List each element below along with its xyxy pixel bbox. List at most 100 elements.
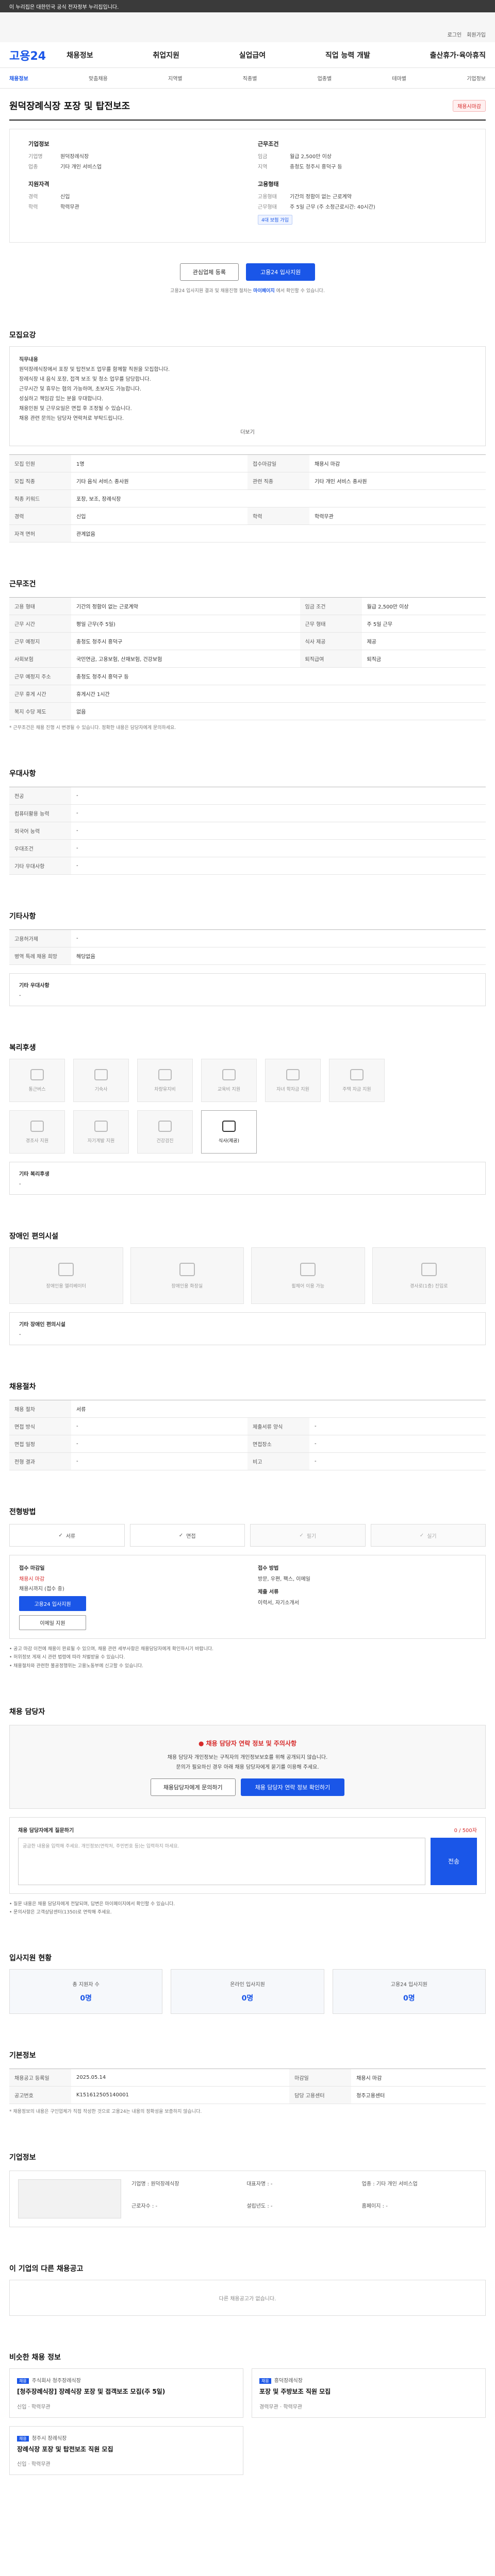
table-key: 고용허가제 <box>9 929 71 948</box>
gov-notice: 이 누리집은 대한민국 공식 전자정부 누리집입니다. <box>9 4 119 10</box>
company-key: 업종 <box>361 2181 372 2188</box>
site-logo[interactable]: 고용24 <box>9 47 46 63</box>
welfare-section-title: 복리후생 <box>9 1044 36 1053</box>
recommend-company: 채용 흥덕장례식장 <box>259 2376 478 2384</box>
subnav-item-custom[interactable]: 맞춤채용 <box>89 74 108 82</box>
ask-contact-button[interactable]: 채용담당자에게 문의하기 <box>150 1778 236 1796</box>
summary-key: 지역 <box>258 164 268 170</box>
subnav-item-occupation[interactable]: 직종별 <box>243 74 257 82</box>
job-description-line: 장례식장 내 음식 포장, 접객 보조 및 청소 업무를 담당합니다. <box>19 377 151 382</box>
extra-section-title: 우대사항 <box>9 770 36 778</box>
table-value: 기타 음식 서비스 종사원 <box>71 472 248 490</box>
table-key: 면접장소 <box>248 1435 309 1453</box>
stat-value: 0명 <box>80 1994 92 2003</box>
summary-value: 기간의 정함이 없는 근로계약 <box>290 194 352 200</box>
table-row: 사회보험 국민연금, 고용보험, 산재보험, 건강보험 퇴직급여 퇴직금 <box>9 650 486 668</box>
table-row: 채용 절차 서류 <box>9 1400 486 1418</box>
question-input[interactable]: 궁금한 내용을 입력해 주세요. 개인정보(연락처, 주민번호 등)는 입력하지… <box>18 1837 425 1885</box>
view-contact-button[interactable]: 채용 담당자 연락 정보 확인하기 <box>240 1778 345 1796</box>
info-table: 채용공고 등록일 2025.05.14 마감일 채용시 마감 공고번호 K1516125… <box>9 2069 486 2105</box>
scholarship-icon <box>286 1069 300 1080</box>
company-key: 기업명 <box>131 2181 146 2188</box>
subnav-item-industry[interactable]: 업종별 <box>318 74 332 82</box>
company-value: - <box>386 2204 388 2210</box>
summary-company-heading: 기업정보 <box>28 141 50 147</box>
table-key: 비고 <box>248 1452 309 1471</box>
table-value: - <box>71 1435 248 1453</box>
insurance-tag: 4대 보험 가입 <box>258 215 292 225</box>
table-value: 없음 <box>71 702 486 720</box>
apply-button[interactable]: 고용24 입사지원 <box>246 263 316 281</box>
subnav-item-jobs[interactable]: 채용정보 <box>9 74 28 82</box>
facility-label: 휠체어 이용 가능 <box>291 1283 325 1289</box>
recommend-card[interactable]: 채용 흥덕장례식장 포장 및 주방보조 직원 모집 경력무관 · 학력무관 <box>252 2368 486 2418</box>
table-row: 병역 특례 채용 희망 해당없음 <box>9 947 486 965</box>
method-card: ✓ 필기 <box>250 1524 366 1547</box>
table-row: 고용 형태 기간의 정함이 없는 근로계약 임금 조건 월급 2,500만 이상 <box>9 597 486 615</box>
summary-key: 업종 <box>28 164 38 170</box>
logo-text: 고용 <box>9 49 30 63</box>
save-company-button[interactable]: 관심업체 등록 <box>179 263 239 281</box>
table-row: 경력 신입 학력 학력무관 <box>9 507 486 525</box>
table-row: 근무 예정지 주소 충청도 청주시 흥덕구 등 <box>9 667 486 685</box>
table-row: 기타 우대사항 - <box>9 857 486 875</box>
recommend-meta: 경력무관 · 학력무관 <box>259 2404 303 2410</box>
table-value: 해당없음 <box>71 947 486 965</box>
process-section-title: 채용절차 <box>9 1383 36 1392</box>
nav-item-training[interactable]: 직업 능력 개발 <box>325 50 370 60</box>
welfare-other-value: - <box>19 1181 21 1188</box>
job-description-box: 직무내용 원덕장례식장에서 포장 및 탑전보조 업무를 함께할 직원을 모집합니… <box>9 346 486 446</box>
subnav-item-region[interactable]: 지역별 <box>168 74 183 82</box>
nav-item-support[interactable]: 취업지원 <box>153 50 179 60</box>
apply-online-button[interactable]: 고용24 입사지원 <box>19 1596 86 1612</box>
main-content: 원덕장례식장 포장 및 탑전보조 채용시마감 기업정보 기업명 원덕장례식장 업종… <box>0 99 495 2496</box>
nav-item-leave[interactable]: 출산휴가·육아휴직 <box>430 50 486 60</box>
table-row: 근무 휴게 시간 휴게시간 1시간 <box>9 685 486 703</box>
mypage-link[interactable]: 마이페이지 <box>253 289 274 294</box>
info-section-title: 기본정보 <box>9 2052 36 2060</box>
facility-label: 경사로(1층) 진입로 <box>409 1283 448 1289</box>
welfare-item-active: 식사(제공) <box>201 1110 257 1154</box>
table-value: - <box>71 1417 248 1436</box>
recommend-card[interactable]: 채용 청주시 장례식장 장례식장 포장 및 탑전보조 직원 모집 신입 · 학력무… <box>9 2426 243 2475</box>
subnav-item-theme[interactable]: 테마별 <box>392 74 406 82</box>
deadline-label: 접수 마감일 <box>19 1566 45 1572</box>
table-value: - <box>71 839 486 858</box>
summary-key: 근무형태 <box>258 205 277 210</box>
health-icon <box>158 1120 172 1132</box>
job-description-line: 성실하고 책임감 있는 분을 우대합니다. <box>19 396 104 402</box>
nav-item-jobs[interactable]: 채용정보 <box>67 50 93 60</box>
table-key: 채용 절차 <box>9 1400 71 1418</box>
table-row: 면접 방식 - 제출서류 양식 - <box>9 1417 486 1436</box>
recommend-card[interactable]: 채용 주식회사 청주장례식장 [청주장례식장] 장례식장 포장 및 접객보조 모집… <box>9 2368 243 2418</box>
welfare-item: 교육비 지원 <box>201 1059 257 1103</box>
work-note: * 근무조건은 채용 진행 시 변경될 수 있습니다. 정확한 내용은 담당자에… <box>9 725 176 731</box>
table-row: 복지 수당 제도 없음 <box>9 702 486 720</box>
table-value: 관계없음 <box>71 524 486 543</box>
nav-item-unemployment[interactable]: 실업급여 <box>239 50 266 60</box>
login-link[interactable]: 로그인 <box>448 30 462 38</box>
more-button[interactable]: 더보기 <box>19 428 476 437</box>
check-icon: ✓ <box>58 1532 63 1538</box>
table-key: 복지 수당 제도 <box>9 702 71 720</box>
status-stats: 총 지원자 수 0명 온라인 입사지원 0명 고용24 입사지원 0명 <box>9 1969 486 2014</box>
subnav-item-company[interactable]: 기업정보 <box>467 74 486 82</box>
summary-type-heading: 고용형태 <box>258 181 279 188</box>
method-label: 필기 <box>306 1533 317 1539</box>
work-section-title: 근무조건 <box>9 580 36 588</box>
table-value: 국민연금, 고용보험, 산재보험, 건강보험 <box>71 650 300 668</box>
table-key: 전공 <box>9 787 71 805</box>
job-summary: 기업정보 기업명 원덕장례식장 업종 기타 개인 서비스업 근무조건 임금 월급 2,… <box>9 129 486 243</box>
table-key: 고용 형태 <box>9 597 71 615</box>
apply-email-button[interactable]: 이메일 지원 <box>19 1615 86 1631</box>
signup-link[interactable]: 회원가입 <box>467 30 486 38</box>
send-button[interactable]: 전송 <box>431 1837 477 1885</box>
extra-table: 전공 - 컴퓨터활용 능력 - 외국어 능력 - 우대조건 - 기타 우대사항 - <box>9 787 486 875</box>
company-box: 기업명 : 원덕장례식장 대표자명 : - 업종 : 기타 개인 서비스업 근로… <box>9 2171 486 2228</box>
welfare-label: 차량유지비 <box>154 1087 176 1092</box>
work-table: 고용 형태 기간의 정함이 없는 근로계약 임금 조건 월급 2,500만 이상 근무… <box>9 597 486 720</box>
contact-section-title: 채용 담당자 <box>9 1707 45 1716</box>
company-value: - <box>270 2204 273 2210</box>
table-key: 공고번호 <box>9 2086 71 2105</box>
dormitory-icon <box>94 1069 108 1080</box>
